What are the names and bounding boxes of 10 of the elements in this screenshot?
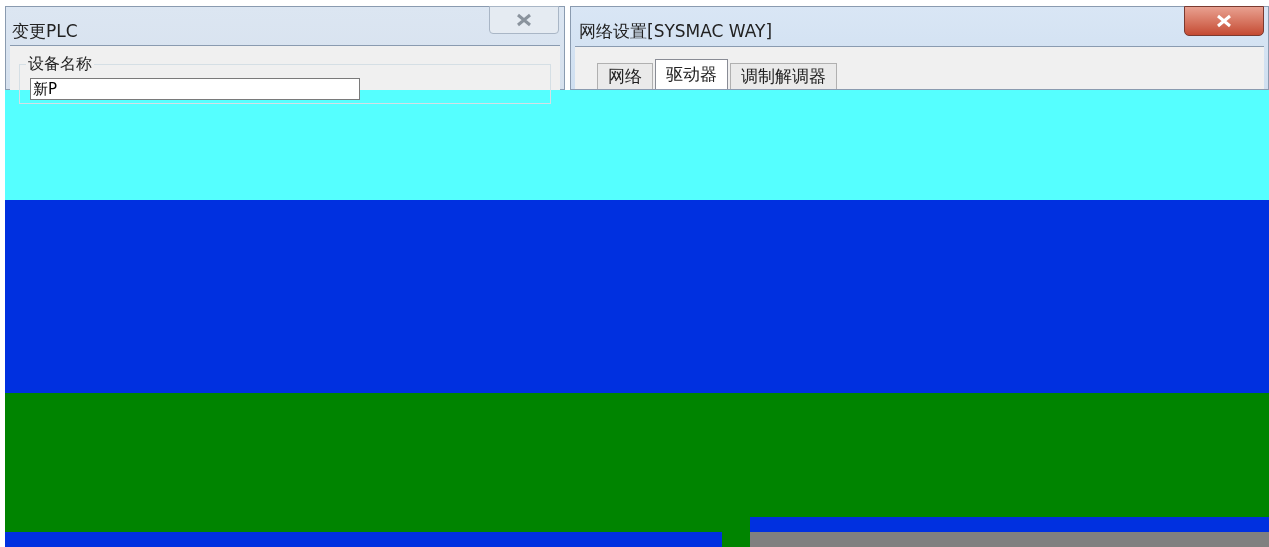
close-icon: [1216, 14, 1232, 28]
group-label: 设备名称: [26, 53, 94, 74]
window-title: 变更PLC: [12, 20, 78, 43]
close-button[interactable]: [1184, 6, 1264, 36]
tab[interactable]: 网络: [597, 63, 653, 89]
tab[interactable]: 驱动器: [655, 59, 728, 89]
close-icon: [516, 13, 532, 27]
tab[interactable]: 调制解调器: [730, 63, 837, 89]
window-title: 网络设置[SYSMAC WAY]: [579, 20, 773, 43]
device-name-field[interactable]: 新P: [30, 77, 360, 100]
